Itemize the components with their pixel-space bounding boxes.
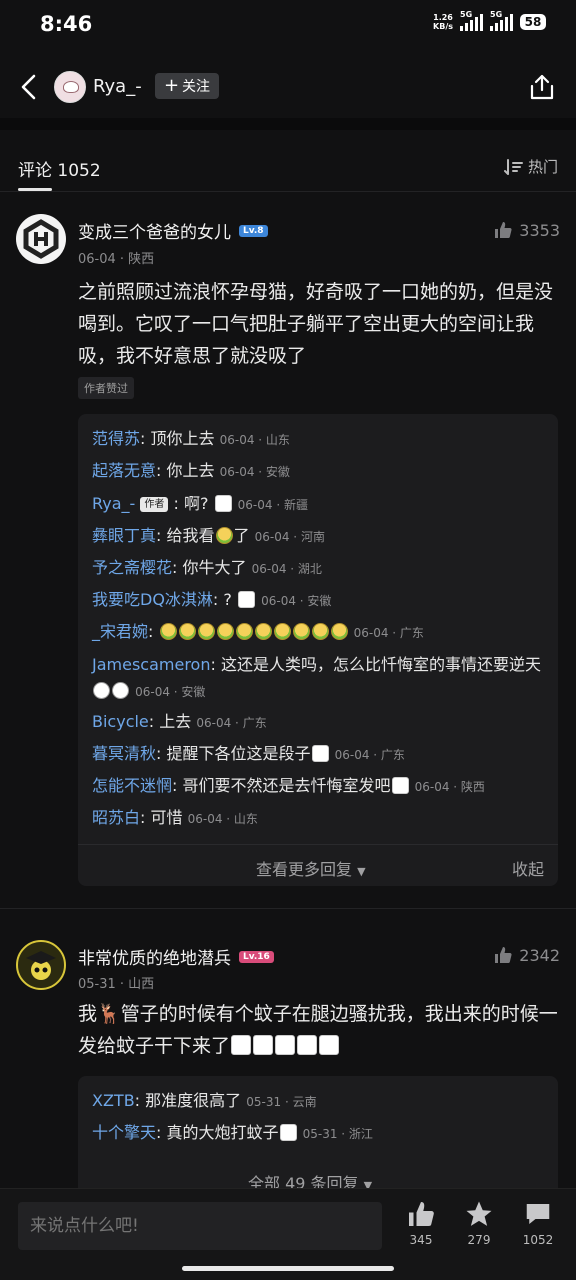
tab-comments[interactable]: 评论 1052 <box>18 156 101 181</box>
author-liked-tag: 作者赞过 <box>78 377 134 399</box>
reply-item[interactable]: 予之斋樱花: 你牛大了 06-04 · 湖北 <box>92 555 548 582</box>
sticker-icon <box>238 591 255 608</box>
follow-button[interactable]: + 关注 <box>155 73 219 99</box>
reply-list: XZTB: 那准度很高了 05-31 · 云南 十个擎天: 真的大炮打蚊子 05… <box>78 1076 558 1193</box>
chat-bubble-icon <box>526 1204 550 1224</box>
like-post-button[interactable]: 345 <box>396 1199 446 1247</box>
status-icons: 1.26 KB/s 5G 5G 58 <box>433 10 546 31</box>
commenter-name[interactable]: 非常优质的绝地潜兵 Lv.16 <box>78 944 274 969</box>
reply-item[interactable]: 起落无意: 你上去 06-04 · 安徽 <box>92 458 548 485</box>
nauseated-emoji-row <box>159 622 349 641</box>
comment-text: 之前照顾过流浪怀孕母猫，好奇吸了一口她的奶，但是没喝到。它叹了一口气把肚子躺平了… <box>78 281 554 367</box>
sticker-icon <box>231 1035 252 1055</box>
home-indicator[interactable] <box>182 1266 394 1271</box>
share-icon[interactable] <box>528 73 556 101</box>
reply-item[interactable]: 怎能不迷惘: 哥们要不然还是去忏悔室发吧 06-04 · 陕西 <box>92 773 548 800</box>
reply-item[interactable]: Rya_- 作者 : 啊? 06-04 · 新疆 <box>92 491 548 518</box>
reply-item[interactable]: XZTB: 那准度很高了 05-31 · 云南 <box>92 1088 548 1115</box>
reply-item[interactable]: _宋君婉: 06-04 · 广东 <box>92 619 548 646</box>
reply-author[interactable]: 昭苏白 <box>92 808 140 827</box>
sticker-icon <box>297 1035 318 1055</box>
reply-item[interactable]: Jamescameron: 这还是人类吗，怎么比忏悔室的事情还要逆天 06-04… <box>92 652 548 705</box>
reply-item[interactable]: 昭苏白: 可惜 06-04 · 山东 <box>92 805 548 832</box>
comment-meta: 05-31 · 山西 <box>78 977 155 992</box>
tab-underline <box>18 188 52 191</box>
star-icon <box>466 1201 492 1226</box>
sticker-icon <box>253 1035 274 1055</box>
reply-footer: 查看更多回复 ▼ 收起 <box>78 844 558 888</box>
emoji-icon <box>112 682 129 699</box>
commenter-name[interactable]: 变成三个爸爸的女儿 Lv.8 <box>78 218 268 243</box>
sticker-icon <box>279 1124 297 1141</box>
reply-author[interactable]: _宋君婉 <box>92 622 148 641</box>
deer-emoji-icon: 🦌 <box>97 1003 121 1025</box>
reply-author[interactable]: 范得苏 <box>92 429 140 448</box>
sticker-icon <box>319 1035 340 1055</box>
reply-author[interactable]: 怎能不迷惘 <box>92 776 172 795</box>
reply-author[interactable]: 予之斋樱花 <box>92 558 172 577</box>
level-badge: Lv.16 <box>239 950 274 963</box>
logo-icon <box>23 219 59 259</box>
sticker-icon <box>311 745 329 762</box>
signal-icon: 5G <box>460 10 483 31</box>
battery-indicator: 58 <box>520 14 546 30</box>
avatar[interactable] <box>54 71 86 103</box>
plus-icon: + <box>163 75 180 96</box>
level-badge: Lv.8 <box>239 224 268 237</box>
comment-meta: 06-04 · 陕西 <box>78 252 155 267</box>
skull-graduate-icon <box>26 951 56 980</box>
collapse-button[interactable]: 收起 <box>512 856 544 880</box>
sort-icon <box>503 158 523 175</box>
reply-item[interactable]: 范得苏: 顶你上去 06-04 · 山东 <box>92 426 548 453</box>
comment-count-button[interactable]: 1052 <box>513 1199 563 1247</box>
status-time: 8:46 <box>40 12 93 36</box>
sticker-icon <box>275 1035 296 1055</box>
back-arrow-icon[interactable] <box>18 72 40 102</box>
reply-item[interactable]: 我要吃DQ冰淇淋: ? 06-04 · 安徽 <box>92 587 548 614</box>
reply-author[interactable]: 起落无意 <box>92 461 156 480</box>
reply-author[interactable]: 我要吃DQ冰淇淋 <box>92 590 213 609</box>
divider <box>0 118 576 130</box>
favorite-button[interactable]: 279 <box>454 1199 504 1247</box>
reply-item[interactable]: 暮冥清秋: 提醒下各位这是段子 06-04 · 广东 <box>92 741 548 768</box>
sticker-icon <box>391 777 409 794</box>
signal-icon-2: 5G <box>490 10 513 31</box>
reply-author[interactable]: XZTB <box>92 1091 135 1110</box>
view-more-replies-button[interactable]: 查看更多回复 ▼ <box>256 856 366 880</box>
divider <box>0 908 576 909</box>
thumbs-up-icon <box>495 947 512 963</box>
comment-text: 我🦌管子的时候有个蚊子在腿边骚扰我，我出来的时候一发给蚊子干下来了 <box>78 1003 558 1057</box>
emoji-icon <box>214 495 232 512</box>
nauseated-emoji-icon <box>215 527 233 544</box>
like-button[interactable]: 3353 <box>493 220 560 240</box>
reply-author[interactable]: 十个擎天 <box>92 1123 156 1142</box>
top-bar: Rya_- + 关注 <box>0 58 576 116</box>
reply-item[interactable]: Bicycle: 上去 06-04 · 广东 <box>92 709 548 736</box>
reply-author[interactable]: 暮冥清秋 <box>92 744 156 763</box>
thumbs-up-icon <box>409 1202 434 1226</box>
like-button[interactable]: 2342 <box>493 945 560 965</box>
avatar[interactable] <box>16 214 66 264</box>
reply-item[interactable]: 彝眼丁真: 给我看了 06-04 · 河南 <box>92 523 548 550</box>
emoji-icon <box>93 682 110 699</box>
sort-hot-button[interactable]: 热门 <box>503 156 558 177</box>
status-bar: 8:46 1.26 KB/s 5G 5G 58 <box>0 0 576 52</box>
network-speed: 1.26 KB/s <box>433 13 453 31</box>
reply-item[interactable]: 十个擎天: 真的大炮打蚊子 05-31 · 浙江 <box>92 1120 548 1147</box>
reply-author[interactable]: 彝眼丁真 <box>92 526 156 545</box>
caret-down-icon: ▼ <box>357 865 366 878</box>
reply-author[interactable]: Jamescameron <box>92 655 210 674</box>
reply-author[interactable]: Rya_- <box>92 494 135 513</box>
author-badge: 作者 <box>140 497 169 512</box>
reply-list: 范得苏: 顶你上去 06-04 · 山东 起落无意: 你上去 06-04 · 安… <box>78 414 558 886</box>
comments-header: 评论 1052 热门 <box>0 140 576 192</box>
avatar[interactable] <box>16 940 66 990</box>
reply-author[interactable]: Bicycle <box>92 712 149 731</box>
comment-input[interactable] <box>18 1202 382 1250</box>
thumbs-up-icon <box>495 222 512 238</box>
author-name[interactable]: Rya_- <box>93 76 142 97</box>
